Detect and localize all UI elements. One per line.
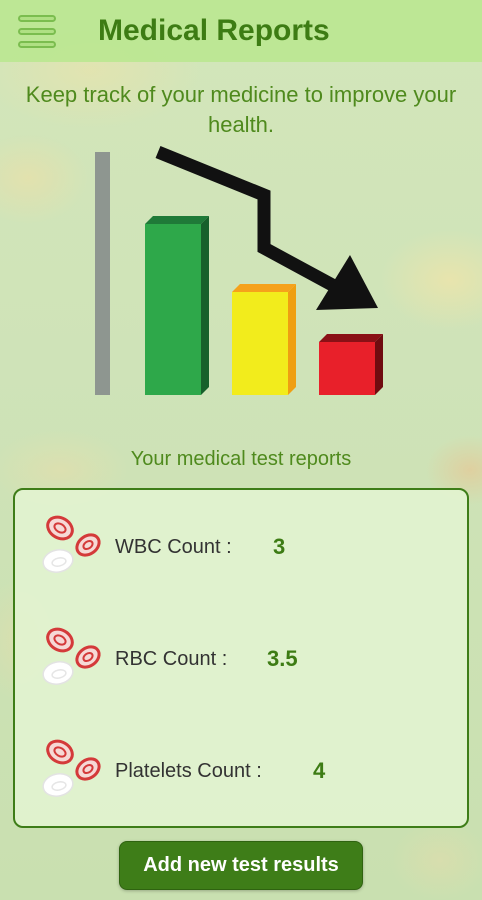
report-value: 3.5 [267,646,298,671]
blood-cells-icon [42,515,101,573]
page-title: Medical Reports [98,14,330,47]
declining-bar-chart-icon [95,145,383,395]
reports-card: WBC Count : 3 RBC Count : 3.5 Platelets … [13,488,469,828]
app-header: Medical Reports [0,0,482,62]
section-label: Your medical test reports [130,448,352,470]
report-label: WBC Count : [115,536,232,558]
report-value: 3 [273,534,286,559]
tagline-text: Keep track of your medicine to improve y… [25,82,457,137]
report-label: Platelets Count : [115,760,262,782]
add-test-results-button[interactable]: Add new test results [119,841,363,890]
report-row-platelets[interactable]: Platelets Count : 4 [41,738,461,804]
report-row-rbc[interactable]: RBC Count : 3.5 [41,626,461,692]
hamburger-menu-icon[interactable] [18,15,56,49]
blood-cells-icon [42,739,101,797]
report-row-wbc[interactable]: WBC Count : 3 [41,514,461,580]
blood-cells-icon [42,627,101,685]
report-label: RBC Count : [115,648,228,670]
report-value: 4 [313,758,326,783]
